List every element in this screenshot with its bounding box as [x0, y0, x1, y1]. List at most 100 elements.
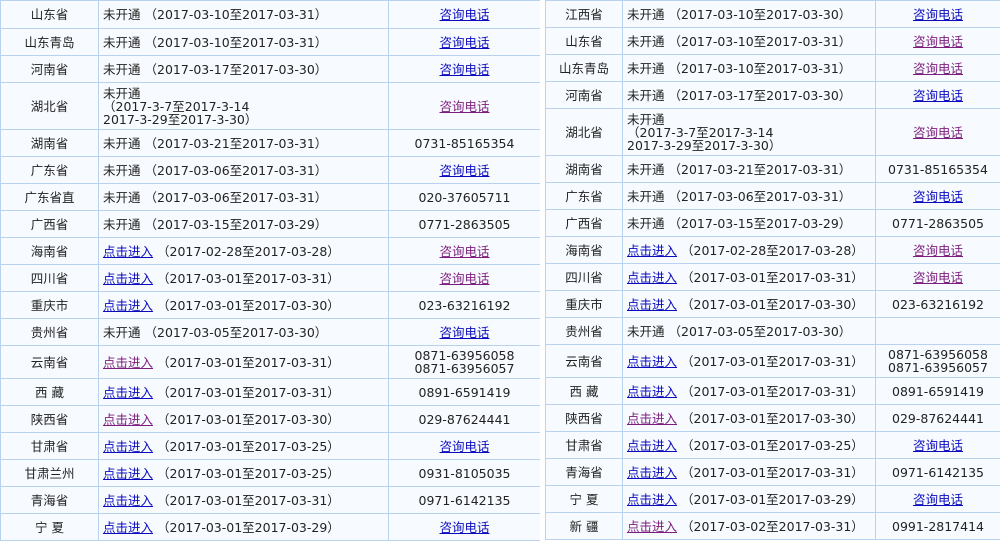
- consult-phone-link[interactable]: 咨询电话: [913, 7, 963, 22]
- consult-phone-link[interactable]: 咨询电话: [439, 163, 489, 178]
- enter-link[interactable]: 点击进入: [627, 465, 677, 480]
- phone-cell: 咨询电话: [388, 264, 541, 292]
- status-text: 未开通: [103, 216, 141, 232]
- enter-link[interactable]: 点击进入: [627, 411, 677, 426]
- province-name: 西 藏: [569, 383, 599, 399]
- table-row: 甘肃兰州 点击进入 （2017-03-01至2017-03-25） 0931-8105…: [0, 459, 541, 487]
- phone-cell: [875, 317, 1000, 345]
- date-range: （2017-03-01至2017-03-31）: [157, 492, 340, 508]
- phone-cell: 咨询电话: [388, 318, 541, 346]
- enter-link[interactable]: 点击进入: [627, 438, 677, 453]
- province-cell: 宁 夏: [0, 513, 99, 541]
- date-range: （2017-03-01至2017-03-31）: [157, 354, 340, 370]
- status-cell: 点击进入 （2017-03-01至2017-03-30）: [98, 405, 389, 433]
- table-row: 四川省 点击进入 （2017-03-01至2017-03-31） 咨询电话: [545, 263, 1000, 291]
- consult-phone-link[interactable]: 咨询电话: [913, 34, 963, 49]
- status-cell: 未开通 （2017-03-17至2017-03-30）: [98, 55, 389, 83]
- consult-phone-link[interactable]: 咨询电话: [913, 270, 963, 285]
- consult-phone-link[interactable]: 咨询电话: [913, 189, 963, 204]
- consult-phone-link[interactable]: 咨询电话: [439, 99, 489, 114]
- date-range: （2017-03-01至2017-03-31）: [157, 384, 340, 400]
- phone-number: 0971-6142135: [892, 464, 984, 480]
- province-cell: 云南省: [0, 345, 99, 379]
- phone-cell: 咨询电话: [875, 431, 1000, 459]
- left-table-panel: 山东省 未开通 （2017-03-10至2017-03-31） 咨询电话 山东青岛 未开通…: [0, 0, 541, 541]
- enter-link[interactable]: 点击进入: [103, 412, 153, 427]
- enter-link[interactable]: 点击进入: [627, 243, 677, 258]
- province-name: 贵州省: [565, 323, 603, 339]
- status-cell: 未开通 （2017-03-06至2017-03-31）: [622, 182, 876, 210]
- date-range: （2017-03-10至2017-03-31）: [144, 7, 328, 22]
- enter-link[interactable]: 点击进入: [627, 354, 677, 369]
- enter-link[interactable]: 点击进入: [103, 493, 153, 508]
- province-name: 四川省: [30, 270, 69, 286]
- phone-number: 0771-2863505: [892, 215, 984, 231]
- status-cell: 未开通 （2017-03-21至2017-03-31）: [98, 129, 389, 157]
- province-name: 甘肃兰州: [24, 465, 75, 481]
- consult-phone-link[interactable]: 咨询电话: [439, 325, 489, 340]
- date-range: （2017-03-01至2017-03-31）: [681, 269, 864, 285]
- consult-phone-link[interactable]: 咨询电话: [439, 520, 489, 535]
- table-row: 宁 夏 点击进入 （2017-03-01至2017-03-29） 咨询电话: [0, 513, 541, 541]
- table-row: 山东青岛 未开通 （2017-03-10至2017-03-31） 咨询电话: [0, 28, 541, 56]
- province-name: 河南省: [30, 61, 69, 77]
- consult-phone-link[interactable]: 咨询电话: [913, 243, 963, 258]
- province-name: 甘肃省: [565, 437, 603, 453]
- status-cell: 未开通 （2017-03-05至2017-03-30）: [622, 317, 876, 345]
- province-name: 山东青岛: [558, 60, 609, 76]
- enter-link[interactable]: 点击进入: [627, 270, 677, 285]
- enter-link[interactable]: 点击进入: [103, 298, 153, 313]
- status-text: 未开通: [103, 324, 141, 340]
- province-name: 贵州省: [30, 324, 69, 340]
- status-cell: 未开通 （2017-03-10至2017-03-31）: [622, 27, 876, 55]
- phone-cell: 咨询电话: [388, 28, 541, 56]
- date-range: （2017-03-10至2017-03-31）: [668, 60, 852, 76]
- consult-phone-link[interactable]: 咨询电话: [439, 271, 489, 286]
- status-cell: 未开通 （2017-03-21至2017-03-31）: [622, 155, 876, 183]
- province-name: 广西省: [30, 216, 69, 232]
- province-name: 西 藏: [35, 384, 64, 400]
- consult-phone-link[interactable]: 咨询电话: [439, 439, 489, 454]
- status-text: 未开通: [627, 6, 665, 22]
- table-row: 广东省直 未开通 （2017-03-06至2017-03-31） 020-376057…: [0, 183, 541, 211]
- consult-phone-link[interactable]: 咨询电话: [913, 125, 963, 140]
- enter-link[interactable]: 点击进入: [103, 520, 153, 535]
- table-row: 贵州省 未开通 （2017-03-05至2017-03-30）: [545, 317, 1000, 345]
- province-name: 云南省: [565, 353, 603, 369]
- date-range: （2017-03-10至2017-03-31）: [668, 33, 852, 49]
- consult-phone-link[interactable]: 咨询电话: [913, 492, 963, 507]
- consult-phone-link[interactable]: 咨询电话: [913, 88, 963, 103]
- table-row: 山东青岛 未开通 （2017-03-10至2017-03-31） 咨询电话: [545, 54, 1000, 82]
- enter-link[interactable]: 点击进入: [627, 297, 677, 312]
- enter-link[interactable]: 点击进入: [627, 492, 677, 507]
- province-name: 宁 夏: [35, 519, 64, 535]
- date-range: （2017-03-02至2017-03-31）: [681, 518, 864, 534]
- consult-phone-link[interactable]: 咨询电话: [913, 438, 963, 453]
- date-range: （2017-03-01至2017-03-30）: [157, 411, 340, 427]
- province-cell: 海南省: [0, 237, 99, 265]
- date-range: （2017-02-28至2017-03-28）: [681, 242, 864, 258]
- status-cell: 未开通 （2017-03-10至2017-03-31）: [98, 0, 389, 29]
- enter-link[interactable]: 点击进入: [627, 519, 677, 534]
- consult-phone-link[interactable]: 咨询电话: [439, 62, 489, 77]
- enter-link[interactable]: 点击进入: [103, 466, 153, 481]
- enter-link[interactable]: 点击进入: [103, 244, 153, 259]
- consult-phone-link[interactable]: 咨询电话: [439, 244, 489, 259]
- phone-number: 020-37605711: [418, 189, 511, 205]
- status-text: 未开通: [103, 34, 141, 50]
- date-range: （2017-03-05至2017-03-30）: [668, 323, 852, 339]
- phone-number: 0871-63956058 0871-63956057: [888, 347, 988, 375]
- date-range: （2017-03-10至2017-03-31）: [144, 34, 328, 50]
- enter-link[interactable]: 点击进入: [103, 385, 153, 400]
- consult-phone-link[interactable]: 咨询电话: [439, 7, 489, 22]
- enter-link[interactable]: 点击进入: [103, 439, 153, 454]
- phone-number: 0731-85165354: [888, 161, 988, 177]
- consult-phone-link[interactable]: 咨询电话: [439, 35, 489, 50]
- phone-cell: 咨询电话: [388, 156, 541, 184]
- consult-phone-link[interactable]: 咨询电话: [913, 61, 963, 76]
- date-range: （2017-03-06至2017-03-31）: [144, 189, 328, 205]
- enter-link[interactable]: 点击进入: [103, 355, 153, 370]
- enter-link[interactable]: 点击进入: [627, 384, 677, 399]
- status-text: 未开通: [627, 188, 665, 204]
- enter-link[interactable]: 点击进入: [103, 271, 153, 286]
